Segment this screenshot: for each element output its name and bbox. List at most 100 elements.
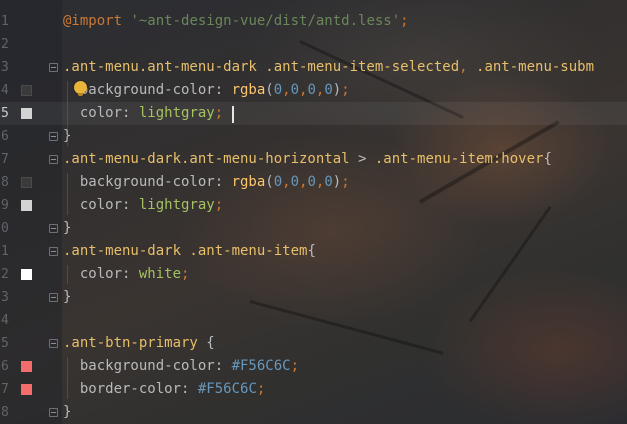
fold-toggle-icon[interactable] (49, 63, 58, 72)
line-number: 1 (1, 14, 9, 29)
code-token: ; (256, 381, 266, 397)
code-line[interactable]: 6} (0, 125, 627, 148)
fold-toggle-icon[interactable] (49, 339, 58, 348)
code-line[interactable]: 3} (0, 286, 627, 309)
code-text[interactable]: } (63, 288, 71, 307)
code-token: #F56C6C (231, 358, 291, 374)
indent-guide (67, 357, 68, 399)
code-line[interactable]: 1 .ant-menu-dark .ant-menu-item{ (0, 240, 627, 263)
color-swatch-icon[interactable] (21, 384, 32, 395)
code-token: border-color (63, 381, 182, 397)
fold-toggle-icon[interactable] (49, 293, 58, 302)
line-number: 8 (1, 405, 9, 420)
line-number: 5 (1, 106, 9, 121)
code-line[interactable]: 8 background-color: rgba(0,0,0,0); (0, 171, 627, 194)
code-line[interactable]: 5 .ant-btn-primary { (0, 332, 627, 355)
code-token: , (459, 59, 477, 75)
code-token: : (181, 381, 198, 397)
code-token: 0 (307, 82, 316, 98)
code-token: 0 (307, 174, 316, 190)
code-text[interactable]: background-color: rgba(0,0,0,0); (63, 81, 350, 100)
line-number: 5 (1, 336, 9, 351)
line-number: 3 (1, 60, 9, 75)
code-line[interactable]: 7 border-color: #F56C6C; (0, 378, 627, 401)
line-number: 3 (1, 290, 9, 305)
fold-toggle-icon[interactable] (49, 155, 58, 164)
color-swatch-icon[interactable] (21, 177, 32, 188)
line-number: 2 (1, 37, 9, 52)
code-token: : (122, 266, 139, 282)
code-text[interactable]: .ant-menu-dark.ant-menu-horizontal > .an… (63, 150, 552, 169)
line-number: 2 (1, 267, 9, 282)
code-text[interactable]: border-color: #F56C6C; (63, 380, 265, 399)
lightbulb-icon[interactable] (74, 81, 87, 96)
fold-toggle-icon[interactable] (49, 224, 58, 233)
code-line[interactable]: 8} (0, 401, 627, 424)
code-line[interactable]: 1 @import '~ant-design-vue/dist/antd.less… (0, 10, 627, 33)
color-swatch-icon[interactable] (21, 269, 32, 280)
code-token: color (63, 197, 123, 213)
line-number: 0 (1, 221, 9, 236)
code-line[interactable]: 2 color: white; (0, 263, 627, 286)
code-token: 0 (290, 174, 300, 190)
code-token: : (214, 174, 232, 190)
code-token: 0 (273, 82, 283, 98)
code-editor[interactable]: 1 @import '~ant-design-vue/dist/antd.less… (0, 0, 627, 424)
code-text[interactable]: .ant-menu-dark .ant-menu-item{ (63, 242, 316, 261)
code-token: 0 (324, 174, 333, 190)
code-token: } (63, 220, 72, 236)
color-swatch-icon[interactable] (21, 85, 32, 96)
code-line[interactable]: 7 .ant-menu-dark.ant-menu-horizontal > .a… (0, 148, 627, 171)
code-text[interactable]: @import '~ant-design-vue/dist/antd.less'… (63, 12, 409, 31)
color-swatch-icon[interactable] (21, 361, 32, 372)
color-swatch-icon[interactable] (21, 200, 32, 211)
line-number: 7 (1, 152, 9, 167)
code-text[interactable]: color: white; (63, 265, 190, 284)
code-token: 0 (290, 82, 300, 98)
color-swatch-icon[interactable] (21, 108, 32, 119)
code-token: .ant-menu.ant-menu-dark .ant-menu-item-s… (63, 59, 460, 75)
code-line[interactable]: 6 background-color: #F56C6C; (0, 355, 627, 378)
code-token: ( (265, 174, 274, 190)
code-line[interactable]: 5 color: lightgray; (0, 102, 627, 125)
code-token: color (63, 105, 123, 121)
fold-toggle-icon[interactable] (49, 247, 58, 256)
indent-guide (67, 81, 68, 146)
code-line[interactable]: 9 color: lightgray; (0, 194, 627, 217)
code-token: ; (341, 82, 350, 98)
fold-toggle-icon[interactable] (49, 408, 58, 417)
code-text[interactable]: color: lightgray; (63, 104, 223, 123)
code-text[interactable]: } (63, 219, 71, 238)
code-token: } (63, 289, 72, 305)
code-line[interactable]: 4 background-color: rgba(0,0,0,0); (0, 79, 627, 102)
code-token: white (138, 266, 182, 282)
code-line[interactable]: 0} (0, 217, 627, 240)
line-number: 4 (1, 313, 9, 328)
code-text[interactable]: background-color: #F56C6C; (63, 357, 299, 376)
code-token: .ant-btn-primary (63, 335, 207, 351)
code-token: , (282, 174, 291, 190)
code-text[interactable]: } (63, 403, 71, 422)
fold-toggle-icon[interactable] (49, 132, 58, 141)
code-token: { (543, 151, 552, 167)
code-text[interactable]: background-color: rgba(0,0,0,0); (63, 173, 350, 192)
code-text[interactable]: color: lightgray; (63, 196, 223, 215)
code-token: background-color (63, 174, 215, 190)
code-token: ) (332, 82, 342, 98)
code-text[interactable]: .ant-btn-primary { (63, 334, 215, 353)
code-token: > (358, 151, 375, 167)
code-token: } (63, 404, 72, 420)
code-line[interactable]: 2 (0, 33, 627, 56)
code-token: 0 (273, 174, 283, 190)
code-token: #F56C6C (197, 381, 257, 397)
code-line[interactable]: 4 (0, 309, 627, 332)
line-number: 8 (1, 175, 9, 190)
code-text[interactable]: .ant-menu.ant-menu-dark .ant-menu-item-s… (63, 58, 594, 77)
code-token: : (122, 197, 139, 213)
code-token: 0 (324, 82, 333, 98)
line-number: 1 (1, 244, 9, 259)
code-token: : (122, 105, 139, 121)
code-token: { (206, 335, 215, 351)
code-token: ; (400, 13, 409, 29)
code-line[interactable]: 3 .ant-menu.ant-menu-dark .ant-menu-item-… (0, 56, 627, 79)
